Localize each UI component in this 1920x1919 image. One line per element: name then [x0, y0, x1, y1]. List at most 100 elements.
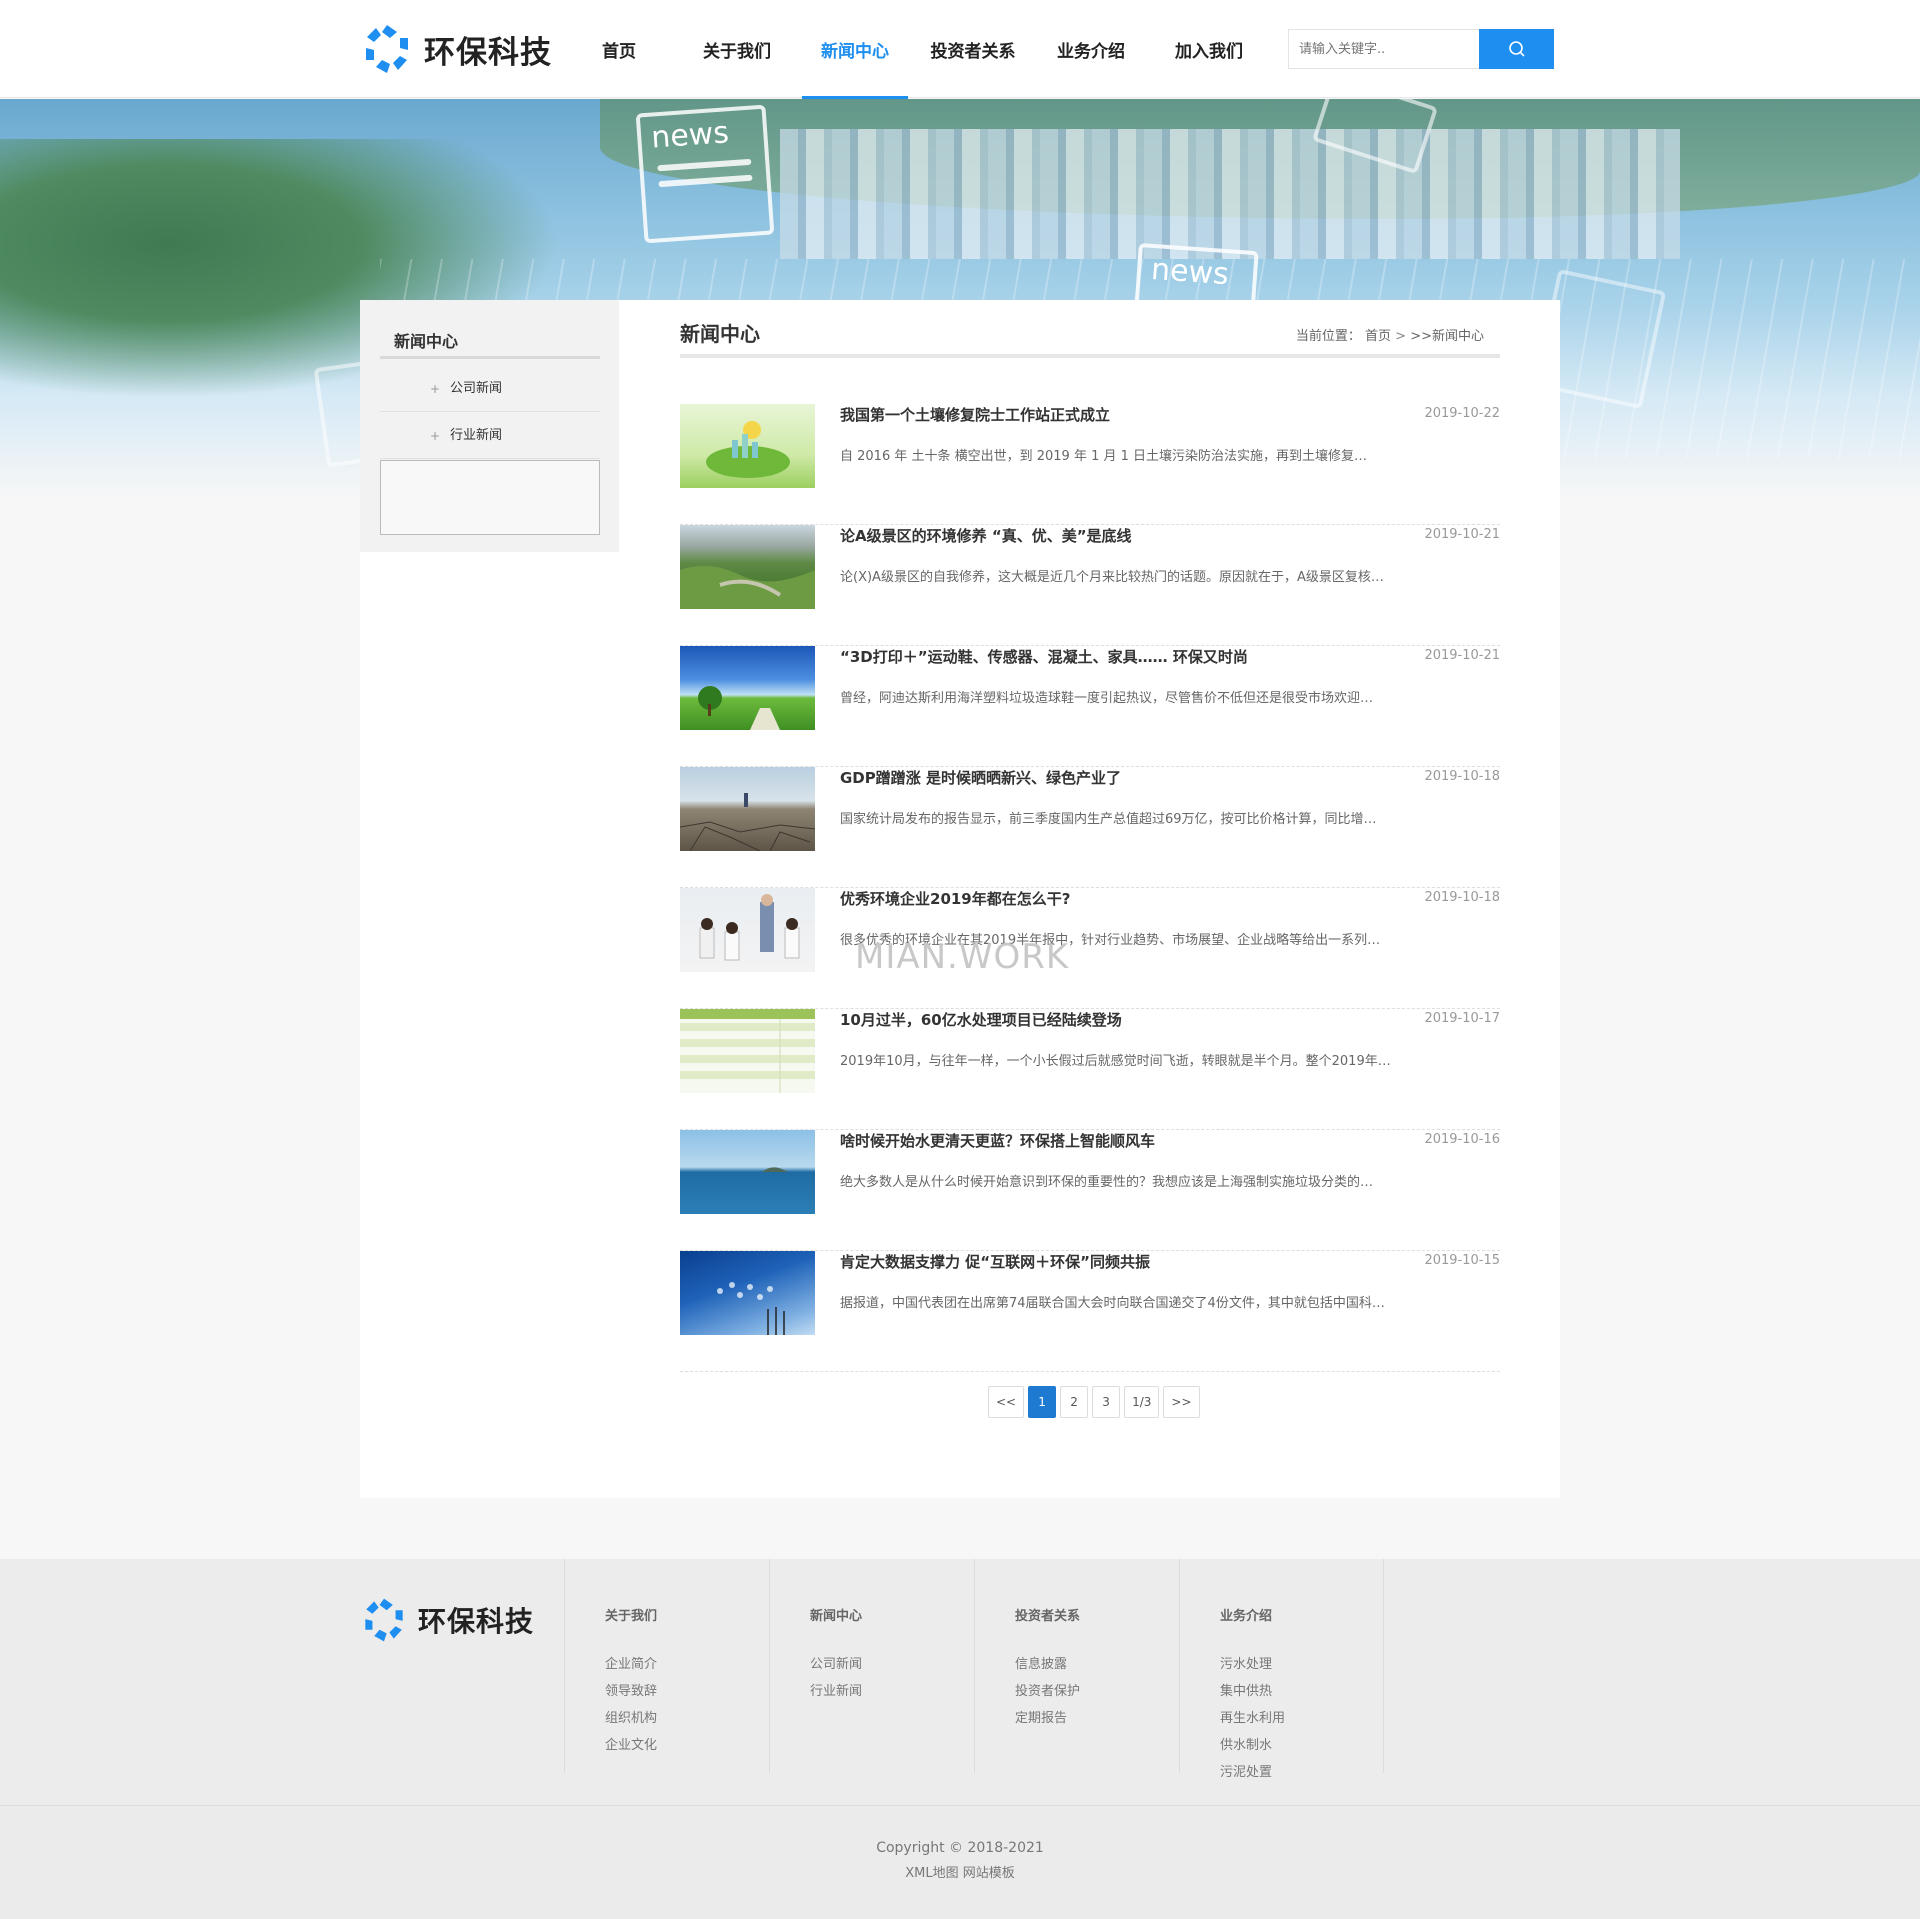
news-date: 2019-10-21: [1424, 648, 1500, 663]
news-title[interactable]: 啥时候开始水更清天更蓝？环保搭上智能顺风车: [840, 1130, 1155, 1151]
news-title[interactable]: “3D打印＋”运动鞋、传感器、混凝土、家具…… 环保又时尚: [840, 646, 1248, 667]
footer-column-title[interactable]: 业务介绍: [1220, 1605, 1272, 1624]
page-last-button[interactable]: >>: [1163, 1386, 1200, 1418]
page-indicator: 1/3: [1124, 1386, 1160, 1418]
footer-column-title[interactable]: 投资者关系: [1015, 1605, 1080, 1624]
news-item[interactable]: 10月过半，60亿水处理项目已经陆续登场 2019-10-17 2019年10月…: [680, 1009, 1500, 1130]
news-summary: 2019年10月，与往年一样，一个小长假过后就感觉时间飞逝，转眼就是半个月。整个…: [840, 1054, 1391, 1069]
news-thumbnail[interactable]: [680, 1009, 815, 1093]
footer-column-about: 关于我们 企业简介 领导致辞 组织机构 企业文化: [564, 1559, 769, 1773]
nav-join[interactable]: 加入我们: [1150, 0, 1268, 98]
footer-link[interactable]: 组织机构: [605, 1705, 657, 1732]
news-title[interactable]: 优秀环境企业2019年都在怎么干?: [840, 888, 1070, 909]
sitemap-link[interactable]: XML地图: [905, 1866, 958, 1881]
logo-mark-icon: [365, 1598, 403, 1642]
footer-column-title[interactable]: 关于我们: [605, 1605, 657, 1624]
nav-business[interactable]: 业务介绍: [1032, 0, 1150, 98]
site-header: 环保科技 首页 关于我们 新闻中心 投资者关系 业务介绍 加入我们: [0, 0, 1920, 99]
news-thumbnail[interactable]: [680, 404, 815, 488]
footer-column-news: 新闻中心 公司新闻 行业新闻: [769, 1559, 974, 1773]
news-thumbnail[interactable]: [680, 888, 815, 972]
sidebar-divider: [380, 356, 600, 359]
plus-icon: +: [430, 382, 441, 396]
news-item[interactable]: “3D打印＋”运动鞋、传感器、混凝土、家具…… 环保又时尚 2019-10-21…: [680, 646, 1500, 767]
news-thumbnail[interactable]: [680, 1130, 815, 1214]
news-title[interactable]: 10月过半，60亿水处理项目已经陆续登场: [840, 1009, 1122, 1030]
footer-link[interactable]: 公司新闻: [810, 1651, 862, 1678]
news-date: 2019-10-17: [1424, 1011, 1500, 1026]
nav-about[interactable]: 关于我们: [678, 0, 796, 98]
logo-text: 环保科技: [424, 34, 552, 71]
footer-link[interactable]: 污水处理: [1220, 1651, 1285, 1678]
page-1-button[interactable]: 1: [1028, 1386, 1057, 1418]
news-item[interactable]: GDP蹭蹭涨 是时候晒晒新兴、绿色产业了 2019-10-18 国家统计局发布的…: [680, 767, 1500, 888]
footer-link[interactable]: 再生水利用: [1220, 1705, 1285, 1732]
footer-link[interactable]: 投资者保护: [1015, 1678, 1080, 1705]
news-thumbnail[interactable]: [680, 767, 815, 851]
site-footer: 环保科技 关于我们 企业简介 领导致辞 组织机构 企业文化 新闻中心 公司新闻 …: [0, 1559, 1920, 1805]
search-input[interactable]: [1288, 29, 1479, 69]
banner-news-word: news: [650, 115, 731, 156]
sidebar-item-industry-news[interactable]: + 行业新闻: [380, 413, 600, 459]
news-thumbnail[interactable]: [680, 1251, 815, 1335]
template-link[interactable]: 网站模板: [963, 1866, 1015, 1881]
footer-column-title[interactable]: 新闻中心: [810, 1605, 862, 1624]
breadcrumb-prefix: 当前位置：: [1295, 329, 1361, 344]
plus-icon: +: [430, 429, 441, 443]
news-item[interactable]: 肯定大数据支撑力 促“互联网＋环保”同频共振 2019-10-15 据报道，中国…: [680, 1251, 1500, 1372]
site-logo[interactable]: 环保科技: [360, 22, 552, 76]
bottom-links: XML地图 网站模板: [0, 1862, 1920, 1881]
footer-link[interactable]: 企业简介: [605, 1651, 657, 1678]
logo-text: 环保科技: [418, 1605, 535, 1638]
footer-bottom: Copyright © 2018-2021 XML地图 网站模板: [0, 1805, 1920, 1919]
footer-link[interactable]: 污泥处置: [1220, 1759, 1285, 1786]
breadcrumb-home[interactable]: 首页: [1365, 329, 1391, 344]
page-first-button[interactable]: <<: [988, 1386, 1025, 1418]
news-title[interactable]: 我国第一个土壤修复院士工作站正式成立: [840, 404, 1110, 425]
banner-city: [780, 129, 1680, 259]
search-box: [1288, 29, 1554, 69]
footer-link[interactable]: 信息披露: [1015, 1651, 1080, 1678]
search-icon: [1508, 41, 1525, 57]
footer-link[interactable]: 定期报告: [1015, 1705, 1080, 1732]
breadcrumb-current[interactable]: >>新闻中心: [1410, 329, 1484, 344]
page-title: 新闻中心: [680, 322, 760, 346]
nav-home[interactable]: 首页: [560, 0, 678, 98]
watermark-text: MIAN.WORK: [855, 937, 1070, 977]
news-title[interactable]: 肯定大数据支撑力 促“互联网＋环保”同频共振: [840, 1251, 1150, 1272]
news-item[interactable]: 啥时候开始水更清天更蓝？环保搭上智能顺风车 2019-10-16 绝大多数人是从…: [680, 1130, 1500, 1251]
news-date: 2019-10-21: [1424, 527, 1500, 542]
footer-logo[interactable]: 环保科技: [360, 1596, 534, 1644]
sidebar-broken-image: [380, 460, 600, 535]
page-3-button[interactable]: 3: [1092, 1386, 1121, 1418]
breadcrumb-separator: >: [1391, 329, 1411, 344]
footer-link[interactable]: 企业文化: [605, 1732, 657, 1759]
page-2-button[interactable]: 2: [1060, 1386, 1089, 1418]
news-item[interactable]: 论A级景区的环境修养 “真、优、美”是底线 2019-10-21 论(X)A级景…: [680, 525, 1500, 646]
footer-link[interactable]: 行业新闻: [810, 1678, 862, 1705]
news-title[interactable]: GDP蹭蹭涨 是时候晒晒新兴、绿色产业了: [840, 767, 1121, 788]
main-nav: 首页 关于我们 新闻中心 投资者关系 业务介绍 加入我们: [560, 0, 1268, 99]
footer-link[interactable]: 供水制水: [1220, 1732, 1285, 1759]
footer-link[interactable]: 领导致辞: [605, 1678, 657, 1705]
news-summary: 曾经，阿迪达斯利用海洋塑料垃圾造球鞋一度引起热议，尽管售价不低但还是很受市场欢迎…: [840, 691, 1374, 706]
news-summary: 绝大多数人是从什么时候开始意识到环保的重要性的？我想应该是上海强制实施垃圾分类的…: [840, 1175, 1374, 1190]
news-thumbnail[interactable]: [680, 646, 815, 730]
footer-column-investors: 投资者关系 信息披露 投资者保护 定期报告: [974, 1559, 1179, 1773]
news-title[interactable]: 论A级景区的环境修养 “真、优、美”是底线: [840, 525, 1132, 546]
news-date: 2019-10-16: [1424, 1132, 1500, 1147]
sidebar-item-company-news[interactable]: + 公司新闻: [380, 366, 600, 412]
nav-news[interactable]: 新闻中心: [796, 0, 914, 99]
news-thumbnail[interactable]: [680, 525, 815, 609]
nav-investors[interactable]: 投资者关系: [914, 0, 1032, 98]
news-date: 2019-10-18: [1424, 769, 1500, 784]
news-item[interactable]: 优秀环境企业2019年都在怎么干? 2019-10-18 很多优秀的环境企业在其…: [680, 888, 1500, 1009]
content-panel: 新闻中心 + 公司新闻 + 行业新闻 新闻中心 当前位置： 首页 > >>新闻中…: [360, 300, 1560, 1498]
news-item[interactable]: 我国第一个土壤修复院士工作站正式成立 2019-10-22 自 2016 年 土…: [680, 404, 1500, 525]
footer-link[interactable]: 集中供热: [1220, 1678, 1285, 1705]
search-button[interactable]: [1479, 29, 1554, 69]
footer-column-business: 业务介绍 污水处理 集中供热 再生水利用 供水制水 污泥处置: [1179, 1559, 1384, 1780]
news-summary: 国家统计局发布的报告显示，前三季度国内生产总值超过69万亿，按可比价格计算，同比…: [840, 812, 1377, 827]
logo-mark-icon: [366, 25, 408, 73]
breadcrumb: 当前位置： 首页 > >>新闻中心: [1296, 325, 1484, 344]
